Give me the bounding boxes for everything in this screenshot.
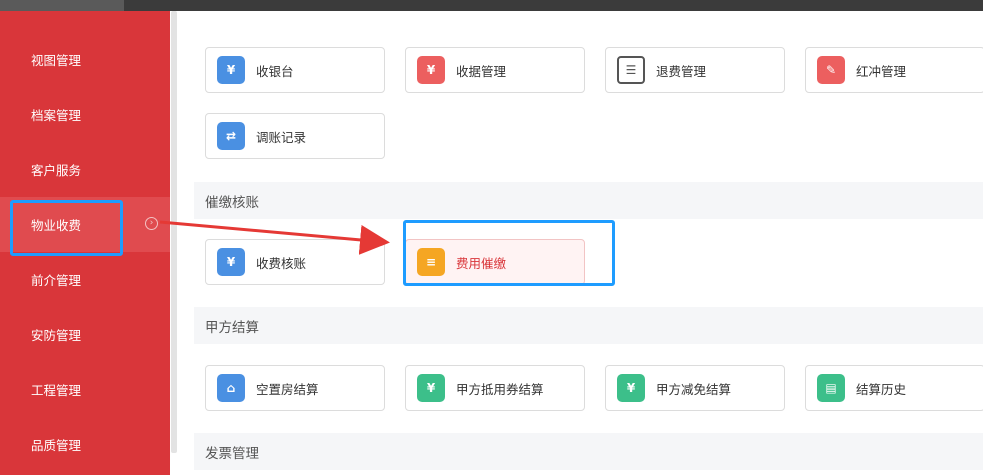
annotation-arrow bbox=[159, 220, 390, 255]
